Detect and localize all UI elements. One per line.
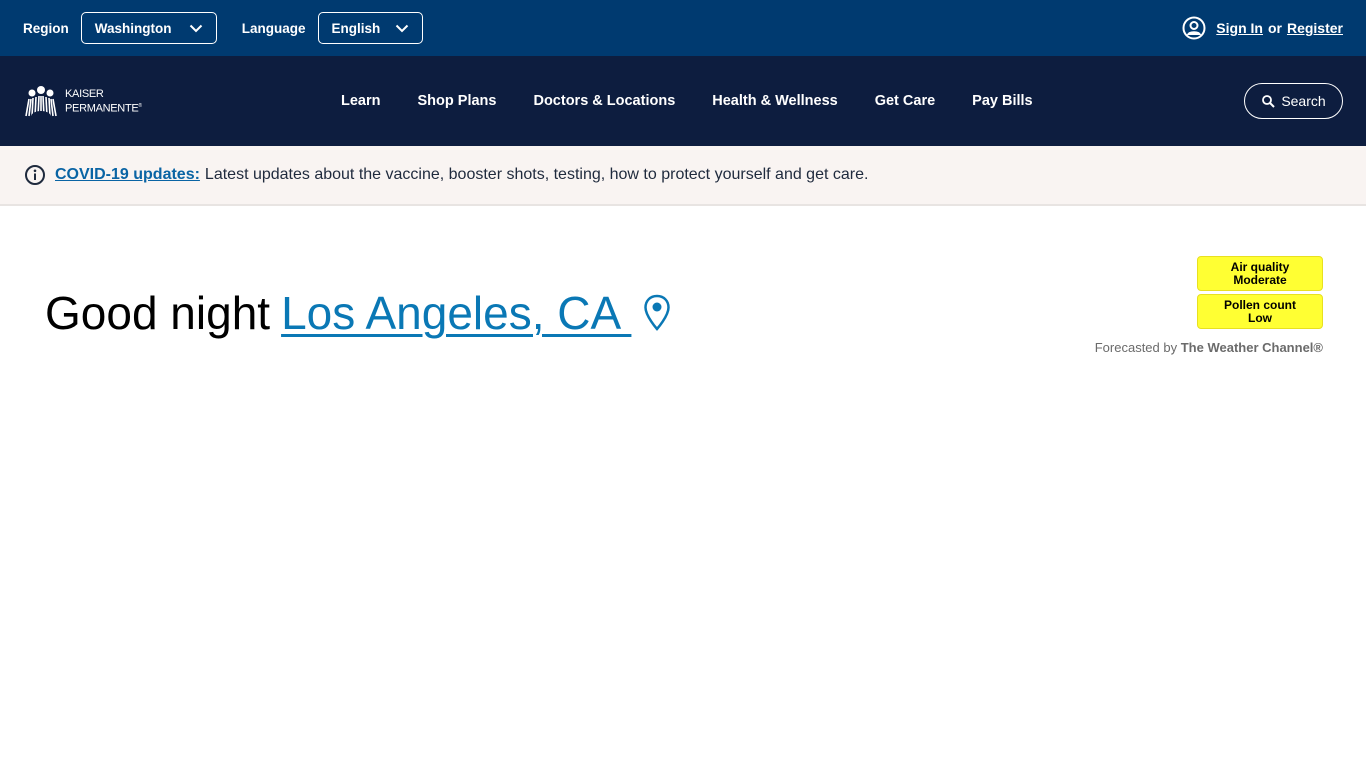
info-icon xyxy=(24,164,46,186)
nav-pay-bills[interactable]: Pay Bills xyxy=(972,93,1032,109)
logo-mark-icon xyxy=(25,86,57,117)
logo-line-1: KAISER xyxy=(65,87,104,100)
forecast-source: The Weather Channel® xyxy=(1180,340,1323,355)
air-quality-value: Moderate xyxy=(1233,272,1287,287)
region-select[interactable]: Washington xyxy=(80,12,217,44)
logo-line-2: PERMANENTE xyxy=(65,102,139,115)
or-text: or xyxy=(1267,20,1282,36)
user-icon xyxy=(1182,16,1206,40)
nav-shop-plans[interactable]: Shop Plans xyxy=(418,93,497,109)
greeting-section: Good night Los Angeles, CA Air quality M… xyxy=(0,206,1366,406)
alert-message: Latest updates about the vaccine, booste… xyxy=(204,166,869,183)
forecast-prefix: Forecasted by xyxy=(1094,340,1178,355)
language-select[interactable]: English xyxy=(317,12,423,44)
pollen-value: Low xyxy=(1248,310,1272,325)
forecast-attribution: Forecasted by The Weather Channel® xyxy=(1078,340,1323,355)
nav-doctors-locations[interactable]: Doctors & Locations xyxy=(533,93,675,109)
account-links: Sign In or Register xyxy=(1182,16,1343,40)
search-button[interactable]: Search xyxy=(1244,83,1343,119)
pollen-label: Pollen count xyxy=(1224,297,1296,312)
search-label: Search xyxy=(1281,93,1326,109)
air-quality-badge[interactable]: Air quality Moderate xyxy=(1197,256,1323,291)
region-label: Region xyxy=(23,20,69,36)
region-value: Washington xyxy=(94,20,172,36)
weather-widget: Air quality Moderate Pollen count Low Fo… xyxy=(1078,256,1323,355)
covid-updates-link[interactable]: COVID-19 updates: xyxy=(55,166,200,184)
language-label: Language xyxy=(241,20,306,36)
logo-text: KAISER PERMANENTE® xyxy=(65,87,142,115)
covid-alert-bar: COVID-19 updates: Latest updates about t… xyxy=(0,146,1366,206)
pollen-count-badge[interactable]: Pollen count Low xyxy=(1197,294,1323,329)
register-link[interactable]: Register xyxy=(1287,20,1343,36)
main-nav: KAISER PERMANENTE® Learn Shop Plans Doct… xyxy=(0,56,1366,146)
chevron-down-icon xyxy=(189,23,203,33)
sign-in-link[interactable]: Sign In xyxy=(1216,20,1263,36)
kaiser-permanente-logo[interactable]: KAISER PERMANENTE® xyxy=(23,85,163,117)
location-link[interactable]: Los Angeles, CA xyxy=(281,288,631,338)
search-icon xyxy=(1261,94,1276,108)
language-value: English xyxy=(331,20,381,36)
greeting: Good night Los Angeles, CA xyxy=(45,288,671,338)
utility-bar: Region Washington Language English Sign … xyxy=(0,0,1366,56)
nav-get-care[interactable]: Get Care xyxy=(875,93,935,109)
nav-learn[interactable]: Learn xyxy=(341,93,381,109)
chevron-down-icon xyxy=(395,23,409,33)
air-quality-label: Air quality xyxy=(1230,259,1290,274)
greeting-salutation: Good night xyxy=(45,287,271,339)
nav-health-wellness[interactable]: Health & Wellness xyxy=(712,93,837,109)
location-pin-icon[interactable] xyxy=(643,294,671,332)
nav-links: Learn Shop Plans Doctors & Locations Hea… xyxy=(341,56,1070,146)
